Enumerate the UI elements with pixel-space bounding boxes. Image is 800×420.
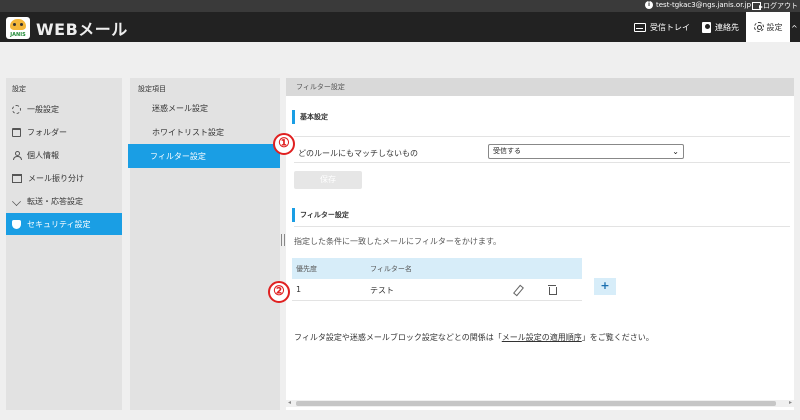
app-title: WEBメール: [36, 20, 128, 39]
filter-settings-panel: フィルター設定 基本設定 どのルールにもマッチしないもの 受信する ⌄ 保存 フ…: [286, 78, 794, 410]
submenu-title: 設定項目: [138, 85, 166, 93]
scroll-left-icon[interactable]: ◂: [288, 399, 291, 406]
submenu-item-label: 迷惑メール設定: [152, 103, 208, 113]
submenu-item-filter[interactable]: フィルター設定: [128, 144, 280, 168]
sidebar-title: 設定: [12, 85, 26, 93]
default-action-value: 受信する: [493, 147, 521, 155]
folders-icon: [12, 173, 22, 183]
sidebar-item-label: 一般設定: [27, 104, 59, 114]
forward-icon: [12, 196, 21, 206]
brand[interactable]: JANIS WEBメール: [6, 16, 128, 40]
annotation-marker-2: ②: [268, 281, 290, 303]
submenu-item-whitelist[interactable]: ホワイトリスト設定: [130, 120, 280, 144]
nav-contacts[interactable]: 連絡先: [702, 12, 739, 42]
nav-inbox-label: 受信トレイ: [650, 22, 690, 32]
sidebar-item-security[interactable]: セキュリティ設定: [6, 213, 122, 235]
sidebar-item-folder[interactable]: フォルダー: [6, 121, 122, 143]
horizontal-scrollbar[interactable]: ◂ ▸: [286, 399, 794, 407]
panel-header: フィルター設定: [286, 78, 794, 96]
settings-sidebar: 設定 一般設定 フォルダー 個人情報 メール振り分け 転送・応答設定 セキュリテ…: [6, 78, 122, 410]
row-filter-name: テスト: [370, 286, 394, 295]
column-filter-name: フィルター名: [370, 265, 412, 273]
sidebar-item-label: セキュリティ設定: [27, 219, 91, 229]
apply-order-note: フィルタ設定や迷惑メールブロック設定などとの関係は「メール設定の適用順序」をご覧…: [294, 333, 654, 342]
divider: [294, 136, 790, 137]
sidebar-item-forwarding[interactable]: 転送・応答設定: [6, 190, 122, 212]
panel-resize-handle[interactable]: [281, 234, 285, 246]
table-row[interactable]: 1 テスト: [292, 279, 582, 301]
person-icon: [12, 150, 22, 160]
filter-table-header: 優先度 フィルター名: [292, 258, 582, 279]
scrollbar-thumb[interactable]: [296, 401, 776, 406]
contacts-icon: [702, 21, 711, 33]
annotation-marker-1: ①: [273, 133, 295, 155]
filter-settings-title: フィルター設定: [292, 208, 349, 222]
edit-icon[interactable]: [512, 285, 522, 295]
nav-inbox[interactable]: 受信トレイ: [634, 12, 690, 42]
settings-submenu: 設定項目 迷惑メール設定 ホワイトリスト設定 フィルター設定: [128, 78, 280, 410]
shield-icon: [12, 219, 21, 229]
submenu-item-spam[interactable]: 迷惑メール設定: [130, 96, 280, 120]
nav-contacts-label: 連絡先: [715, 22, 739, 32]
sidebar-item-label: フォルダー: [27, 127, 67, 137]
logout-label: ログアウト: [763, 2, 798, 10]
sidebar-item-label: 転送・応答設定: [27, 196, 83, 206]
janis-logo: JANIS: [6, 17, 30, 39]
nav-settings[interactable]: 設定: [746, 12, 790, 42]
nav-settings-label: 設定: [766, 22, 783, 32]
logout-link[interactable]: ログアウト: [752, 1, 798, 11]
scroll-right-icon[interactable]: ▸: [789, 399, 792, 406]
sidebar-item-personal[interactable]: 個人情報: [6, 144, 122, 166]
app-header: JANIS WEBメール 受信トレイ 連絡先 設定 ^: [0, 12, 800, 42]
account-email: test-tgkac3@ngs.janis.or.jp: [656, 1, 752, 9]
row-priority: 1: [296, 285, 302, 294]
trash-icon[interactable]: [548, 285, 557, 295]
divider: [294, 226, 790, 227]
inbox-icon: [634, 22, 646, 32]
default-rule-label: どのルールにもマッチしないもの: [298, 149, 418, 158]
gear-icon: [753, 22, 764, 32]
folder-icon: [12, 127, 21, 137]
chevron-up-icon[interactable]: ^: [791, 24, 798, 33]
save-button[interactable]: 保存: [294, 171, 362, 189]
submenu-item-label: フィルター設定: [150, 151, 206, 161]
add-filter-button[interactable]: +: [594, 278, 616, 295]
info-icon: i: [645, 1, 653, 9]
divider: [294, 162, 790, 163]
filter-description: 指定した条件に一致したメールにフィルターをかけます。: [294, 237, 502, 246]
basic-settings-title: 基本設定: [292, 110, 328, 124]
sidebar-item-label: メール振り分け: [28, 173, 84, 183]
column-priority: 優先度: [296, 265, 317, 273]
gear-icon: [12, 104, 21, 114]
top-account-bar: i test-tgkac3@ngs.janis.or.jp ログアウト: [0, 0, 800, 12]
sidebar-item-sorting[interactable]: メール振り分け: [6, 167, 122, 189]
submenu-item-label: ホワイトリスト設定: [152, 127, 224, 137]
default-action-select[interactable]: 受信する ⌄: [488, 144, 684, 159]
sidebar-item-label: 個人情報: [27, 150, 59, 160]
account-info: i test-tgkac3@ngs.janis.or.jp: [645, 1, 751, 9]
sidebar-item-general[interactable]: 一般設定: [6, 98, 122, 120]
apply-order-link[interactable]: メール設定の適用順序: [502, 333, 582, 342]
logout-icon: [752, 2, 763, 10]
chevron-down-icon: ⌄: [672, 147, 679, 156]
